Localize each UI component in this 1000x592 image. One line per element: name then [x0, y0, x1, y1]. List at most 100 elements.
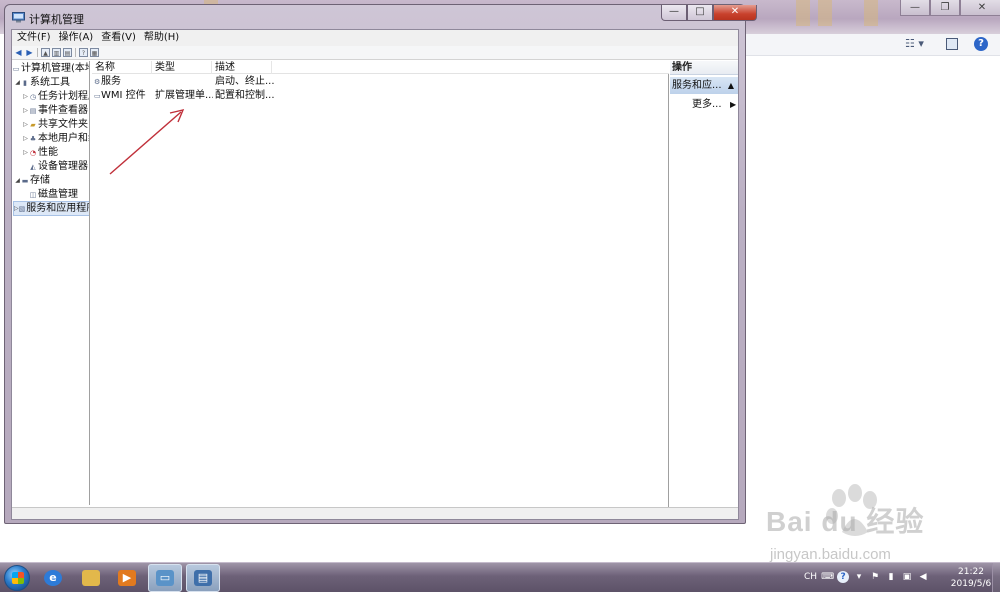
export-list-icon[interactable]: ▤ — [63, 48, 72, 57]
row-name: 服务 — [101, 76, 121, 87]
baidu-watermark-text: Bai du 经验 — [766, 506, 925, 537]
device-manager-icon: ◭ — [30, 162, 36, 171]
maximize-button[interactable]: □ — [687, 5, 713, 21]
background-window-caption-buttons: — ❐ ✕ — [900, 0, 1000, 16]
submenu-arrow-icon[interactable]: ▶ — [730, 98, 736, 112]
tree-node-computer-management[interactable]: ▭ 计算机管理(本地 — [12, 62, 89, 75]
computer-icon: ▭ — [12, 64, 20, 73]
taskbar: e ▶ ▭ ▤ CH ⌨ ? ▾ ⚑ ▮ ▣ ◀ 21:22 2019/5/6 — [0, 562, 1000, 592]
expand-arrow-icon[interactable]: ▷ — [22, 104, 29, 117]
help-icon[interactable]: ? — [974, 37, 988, 51]
tree-node-performance[interactable]: ▷ ◔ 性能 — [22, 146, 58, 159]
tree-node-task-scheduler[interactable]: ▷ ◷ 任务计划程序 — [22, 90, 89, 103]
window-client-area: 文件(F) 操作(A) 查看(V) 帮助(H) ◀ ▶ ▲ ▥ ▤ ? ▦ ▭ … — [11, 29, 739, 520]
menu-view[interactable]: 查看(V) — [98, 30, 139, 46]
windows-logo-icon — [12, 572, 24, 584]
expand-arrow-icon[interactable]: ▷ — [22, 146, 29, 159]
start-button[interactable] — [4, 565, 30, 591]
background-restore-button[interactable]: ❐ — [930, 0, 960, 16]
shared-folder-icon: ▰ — [30, 120, 36, 129]
tree-node-label: 性能 — [38, 147, 58, 158]
actions-group-services-and-applications[interactable]: 服务和应... ▲ — [670, 77, 738, 94]
menu-action[interactable]: 操作(A) — [56, 30, 97, 46]
action-center-flag-icon[interactable]: ⚑ — [869, 571, 881, 583]
more-actions-link[interactable]: 更多... — [692, 98, 722, 112]
back-arrow-icon[interactable]: ◀ — [14, 48, 23, 57]
list-cell-name: ⚙服务 — [94, 75, 152, 89]
language-indicator[interactable]: CH — [804, 572, 817, 582]
tray-expand-arrow-icon[interactable]: ▾ — [853, 571, 865, 583]
tree-node-local-users[interactable]: ▷ ♣ 本地用户和组 — [22, 132, 89, 145]
tree-node-disk-management[interactable]: ◫ 磁盘管理 — [29, 188, 78, 201]
services-apps-icon: ▧ — [18, 204, 26, 213]
system-tray: CH ⌨ ? ▾ ⚑ ▮ ▣ ◀ — [804, 571, 929, 583]
tree-node-label: 任务计划程序 — [38, 91, 89, 102]
folder-icon — [82, 570, 100, 586]
clock[interactable]: 21:22 2019/5/6 — [946, 566, 996, 590]
tree-node-label: 磁盘管理 — [38, 189, 78, 200]
background-window-toolbar: ☷ ▾ ? — [742, 34, 1000, 56]
tree-node-shared-folders[interactable]: ▷ ▰ 共享文件夹 — [22, 118, 88, 131]
tree-node-label: 事件查看器 — [38, 105, 88, 116]
taskbar-file-explorer[interactable] — [74, 564, 108, 592]
taskbar-remote-desktop[interactable]: ▭ — [148, 564, 182, 592]
window-titlebar[interactable]: 计算机管理 — □ ✕ — [5, 5, 757, 29]
menu-file[interactable]: 文件(F) — [14, 30, 54, 46]
network-icon[interactable]: ▣ — [901, 571, 913, 583]
show-hide-tree-icon[interactable]: ▥ — [52, 48, 61, 57]
keyboard-icon[interactable]: ⌨ — [821, 571, 834, 583]
show-action-pane-icon[interactable]: ▦ — [90, 48, 99, 57]
expand-arrow-icon[interactable]: ▷ — [22, 118, 29, 131]
help-topic-icon[interactable]: ? — [79, 48, 88, 57]
list-header: 名称 类型 描述 — [92, 61, 669, 74]
expand-arrow-icon[interactable]: ▷ — [22, 132, 29, 145]
tree-node-device-manager[interactable]: ◭ 设备管理器 — [29, 160, 88, 173]
actions-pane: 操作 服务和应... ▲ 更多... ▶ — [670, 61, 738, 507]
menu-help[interactable]: 帮助(H) — [141, 30, 182, 46]
computer-management-icon: ▤ — [194, 570, 212, 586]
background-close-button[interactable]: ✕ — [960, 0, 1000, 16]
clock-date: 2019/5/6 — [950, 579, 992, 589]
collapse-up-arrow-icon[interactable]: ▲ — [728, 77, 734, 94]
change-view-icon[interactable]: ☷ ▾ — [905, 37, 931, 53]
disk-icon: ◫ — [29, 190, 37, 199]
tree-node-storage[interactable]: ◢ ▬ 存储 — [14, 174, 50, 187]
result-list: 名称 类型 描述 ⚙服务 启动、终止... ▭WMI 控件 扩展管理单... 配… — [92, 61, 669, 507]
close-button[interactable]: ✕ — [713, 5, 757, 21]
caption-buttons: — □ ✕ — [661, 5, 757, 21]
console-tree: ▭ 计算机管理(本地 ◢ ▮ 系统工具 ▷ ◷ 任务计划程序 ▷ ▤ 事件查看器… — [12, 61, 90, 505]
show-desktop-button[interactable] — [992, 563, 1000, 592]
tree-node-system-tools[interactable]: ◢ ▮ 系统工具 — [14, 76, 70, 89]
list-cell-description: 启动、终止... — [215, 76, 275, 87]
tree-node-label: 共享文件夹 — [38, 119, 88, 130]
collapse-arrow-icon[interactable]: ◢ — [14, 76, 21, 89]
actions-group-label: 服务和应... — [672, 80, 722, 91]
list-row-services[interactable]: ⚙服务 启动、终止... — [92, 75, 669, 89]
column-header-description[interactable]: 描述 — [212, 61, 272, 74]
event-viewer-icon: ▤ — [29, 106, 37, 115]
up-level-icon[interactable]: ▲ — [41, 48, 50, 57]
preview-pane-icon[interactable] — [946, 38, 958, 50]
forward-arrow-icon[interactable]: ▶ — [25, 48, 34, 57]
tree-node-label: 系统工具 — [30, 77, 70, 88]
monitor-icon: ▭ — [156, 570, 174, 586]
tree-node-services-and-applications[interactable]: ▷ ▧ 服务和应用程序 — [13, 201, 89, 216]
expand-arrow-icon[interactable]: ▷ — [22, 90, 29, 103]
minimize-button[interactable]: — — [661, 5, 687, 21]
tree-node-label: 本地用户和组 — [38, 133, 89, 144]
column-header-type[interactable]: 类型 — [152, 61, 212, 74]
taskbar-media-player[interactable]: ▶ — [110, 564, 144, 592]
list-row-wmi-control[interactable]: ▭WMI 控件 扩展管理单... 配置和控制... — [92, 89, 669, 103]
help-tray-icon[interactable]: ? — [837, 571, 850, 583]
toolbar-separator — [75, 48, 76, 57]
computer-management-window: 计算机管理 — □ ✕ 文件(F) 操作(A) 查看(V) 帮助(H) ◀ ▶ … — [4, 4, 757, 524]
background-minimize-button[interactable]: — — [900, 0, 930, 16]
column-header-name[interactable]: 名称 — [92, 61, 152, 74]
volume-icon[interactable]: ◀ — [917, 571, 929, 583]
taskbar-internet-explorer[interactable]: e — [36, 564, 70, 592]
storage-icon: ▬ — [21, 176, 29, 185]
taskbar-computer-management[interactable]: ▤ — [186, 564, 220, 592]
collapse-arrow-icon[interactable]: ◢ — [14, 174, 21, 187]
battery-icon[interactable]: ▮ — [885, 571, 897, 583]
tree-node-event-viewer[interactable]: ▷ ▤ 事件查看器 — [22, 104, 88, 117]
